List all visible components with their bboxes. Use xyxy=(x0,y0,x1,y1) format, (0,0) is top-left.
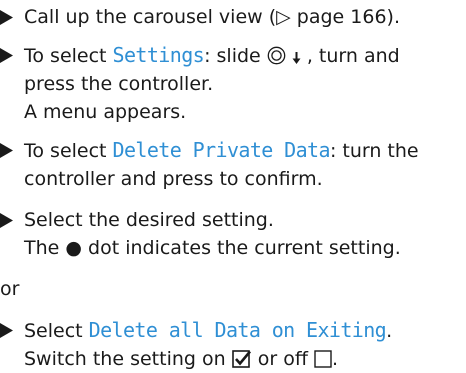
step-text: Call up the carousel view (▷ page 166). xyxy=(24,6,400,28)
step-select-setting: Select the desired setting. The ● dot in… xyxy=(0,206,466,262)
step-text: , turn and xyxy=(300,45,400,67)
checkbox-unchecked-icon xyxy=(314,349,332,368)
down-arrow-icon xyxy=(292,50,301,65)
step-line: Select Delete all Data on Exiting. xyxy=(24,316,466,345)
bullet-arrow-icon xyxy=(0,41,14,69)
checkbox-checked-icon xyxy=(231,349,252,368)
step-text: dot indicates the current setting. xyxy=(81,237,401,259)
step-delete-all-data-on-exiting: Select Delete all Data on Exiting. Switc… xyxy=(0,316,466,373)
bullet-arrow-icon xyxy=(0,316,14,344)
step-text: Select xyxy=(24,320,89,342)
step-text: Select the desired setting. xyxy=(24,209,274,231)
step-text: To select xyxy=(24,45,113,67)
instruction-page: Call up the carousel view (▷ page 166). … xyxy=(0,3,466,373)
step-text: . xyxy=(331,348,339,370)
step-text: : turn the xyxy=(329,140,419,162)
step-line: Switch the setting on or off . xyxy=(24,345,466,373)
step-text: or off xyxy=(251,348,314,370)
step-text: : slide xyxy=(204,45,267,67)
step-text: To select xyxy=(24,140,113,162)
bullet-arrow-icon xyxy=(0,3,14,31)
step-text: . xyxy=(386,320,393,342)
step-result: A menu appears. xyxy=(24,101,187,123)
menu-item-delete-private-data: Delete Private Data xyxy=(112,138,331,162)
step-text: press the controller. xyxy=(24,73,214,95)
step-text: Switch the setting on xyxy=(24,348,232,370)
step-text: The xyxy=(24,237,66,259)
or-separator: or xyxy=(0,278,20,300)
bullet-arrow-icon xyxy=(0,206,14,234)
dot-icon: ● xyxy=(65,237,82,259)
step-line: To select Delete Private Data: turn the xyxy=(24,136,466,165)
step-delete-private-data: To select Delete Private Data: turn the … xyxy=(0,136,466,193)
step-text: controller and press to confirm. xyxy=(24,168,323,190)
step-select-settings: To select Settings: slide , turn and pre… xyxy=(0,41,466,126)
menu-item-delete-all-data-on-exiting: Delete all Data on Exiting xyxy=(88,318,387,342)
menu-item-settings: Settings xyxy=(112,43,205,67)
controller-icon xyxy=(267,46,286,65)
bullet-arrow-icon xyxy=(0,136,14,164)
step-line: To select Settings: slide , turn and xyxy=(24,41,466,70)
step-line: The ● dot indicates the current setting. xyxy=(24,234,466,262)
step-carousel-view: Call up the carousel view (▷ page 166). xyxy=(0,3,466,31)
